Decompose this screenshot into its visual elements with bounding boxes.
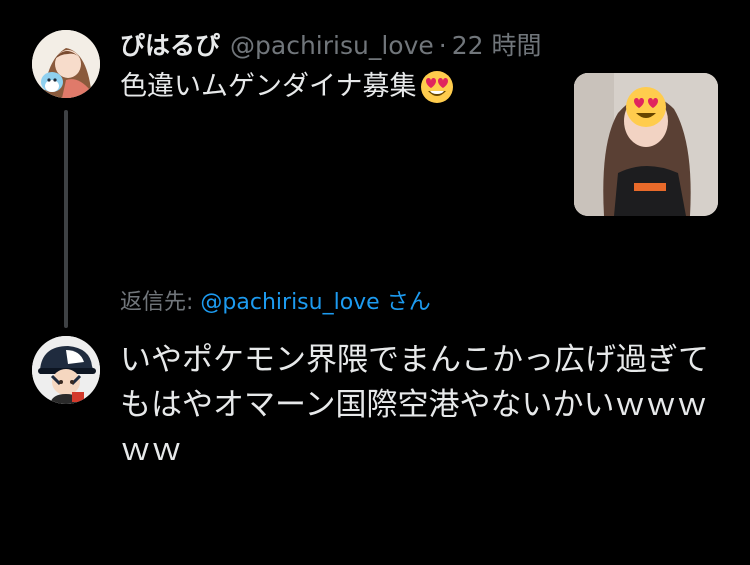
tweet-text: 色違いムゲンダイナ募集 <box>120 71 417 102</box>
reply-suffix: さん <box>386 290 431 315</box>
reply-text: いやポケモン界隈でまんこかっ広げ過ぎてもはやオマーン国際空港やないかいｗｗｗｗｗ <box>120 342 709 468</box>
photo-thumbnail <box>574 73 718 216</box>
avatar-illustration <box>32 336 100 404</box>
reply-mention-link[interactable]: @pachirisu_love <box>200 290 379 315</box>
thread-line <box>64 110 68 328</box>
tweet-media-image[interactable] <box>574 73 718 216</box>
heart-eyes-emoji-icon <box>420 70 454 104</box>
reply-context: 返信先: @pachirisu_love さん <box>120 287 431 319</box>
tweet-header: ぴはるぴ @pachirisu_love · 22 時間 <box>120 28 541 64</box>
separator-dot: · <box>438 31 447 60</box>
tweet-body: 色違いムゲンダイナ募集 <box>120 68 454 106</box>
author-avatar[interactable] <box>32 30 100 98</box>
replier-avatar[interactable] <box>32 336 100 404</box>
reply-prefix: 返信先: <box>120 290 194 315</box>
display-name[interactable]: ぴはるぴ <box>120 28 220 64</box>
timestamp[interactable]: 22 時間 <box>452 28 542 64</box>
user-handle[interactable]: @pachirisu_love <box>230 28 434 64</box>
avatar-illustration <box>32 30 100 98</box>
